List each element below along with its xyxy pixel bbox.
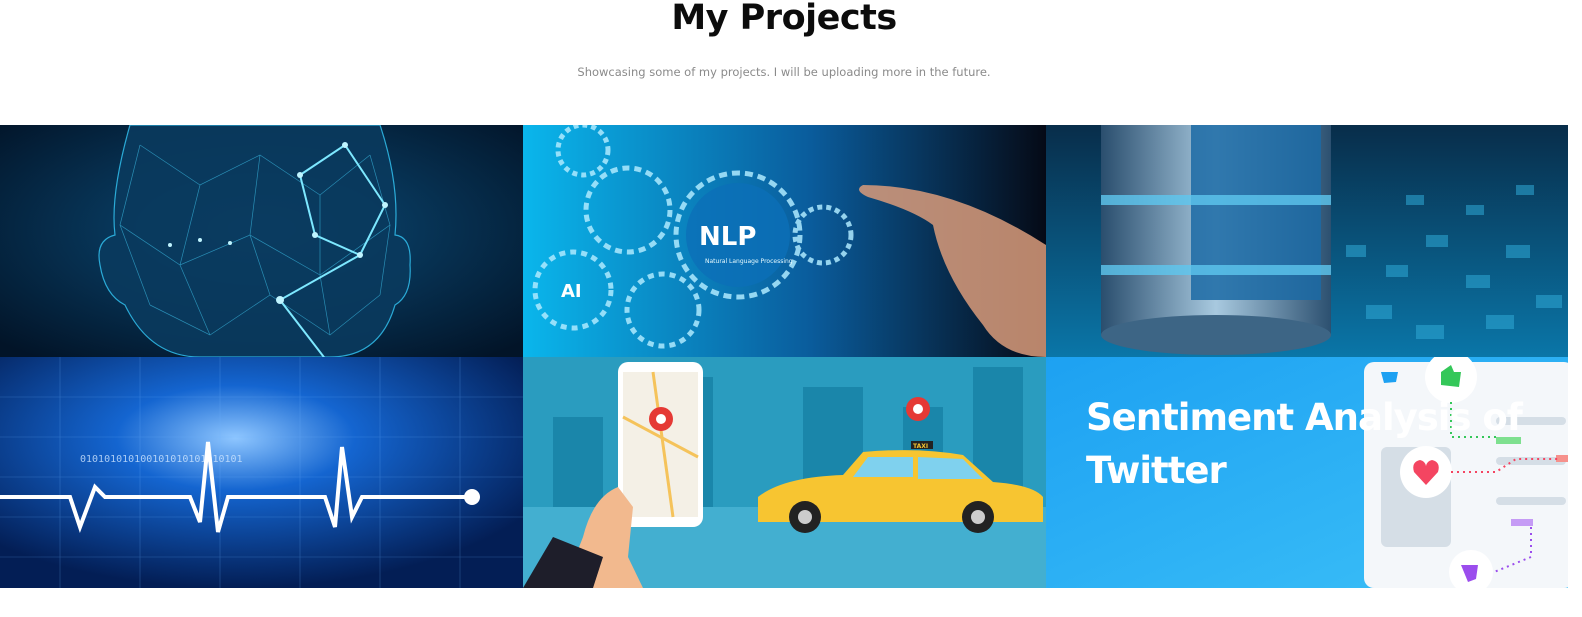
- project-card-twitter-sentiment[interactable]: Sentiment Analysis of Twitter: [1046, 357, 1568, 588]
- nlp-gears-image: NLP Natural Language Processing AI: [523, 125, 1046, 357]
- binary-text: 010101010100101010101010101: [80, 454, 243, 465]
- project-card-nlp[interactable]: NLP Natural Language Processing AI: [523, 125, 1046, 357]
- projects-grid: NLP Natural Language Processing AI 01010…: [0, 125, 1568, 588]
- project-card-heartbeat[interactable]: 010101010100101010101010101: [0, 357, 523, 588]
- page-title: My Projects: [671, 0, 897, 38]
- ai-label: AI: [561, 281, 582, 302]
- project-card-taxi[interactable]: TAXI: [523, 357, 1046, 588]
- twitter-sentiment-title: Sentiment Analysis of Twitter: [1086, 396, 1523, 492]
- nlp-sublabel: Natural Language Processing: [705, 258, 793, 265]
- nlp-label: NLP: [699, 222, 756, 252]
- project-card-face-recognition[interactable]: [0, 125, 523, 357]
- face-recognition-image: [0, 125, 523, 357]
- project-card-database[interactable]: [1046, 125, 1568, 357]
- heartbeat-ecg-image: 010101010100101010101010101: [0, 357, 523, 588]
- taxi-map-app-image: TAXI: [523, 357, 1046, 588]
- page-subtitle: Showcasing some of my projects. I will b…: [577, 65, 991, 79]
- database-cylinder-image: [1046, 125, 1568, 357]
- taxi-sign-label: TAXI: [913, 443, 928, 450]
